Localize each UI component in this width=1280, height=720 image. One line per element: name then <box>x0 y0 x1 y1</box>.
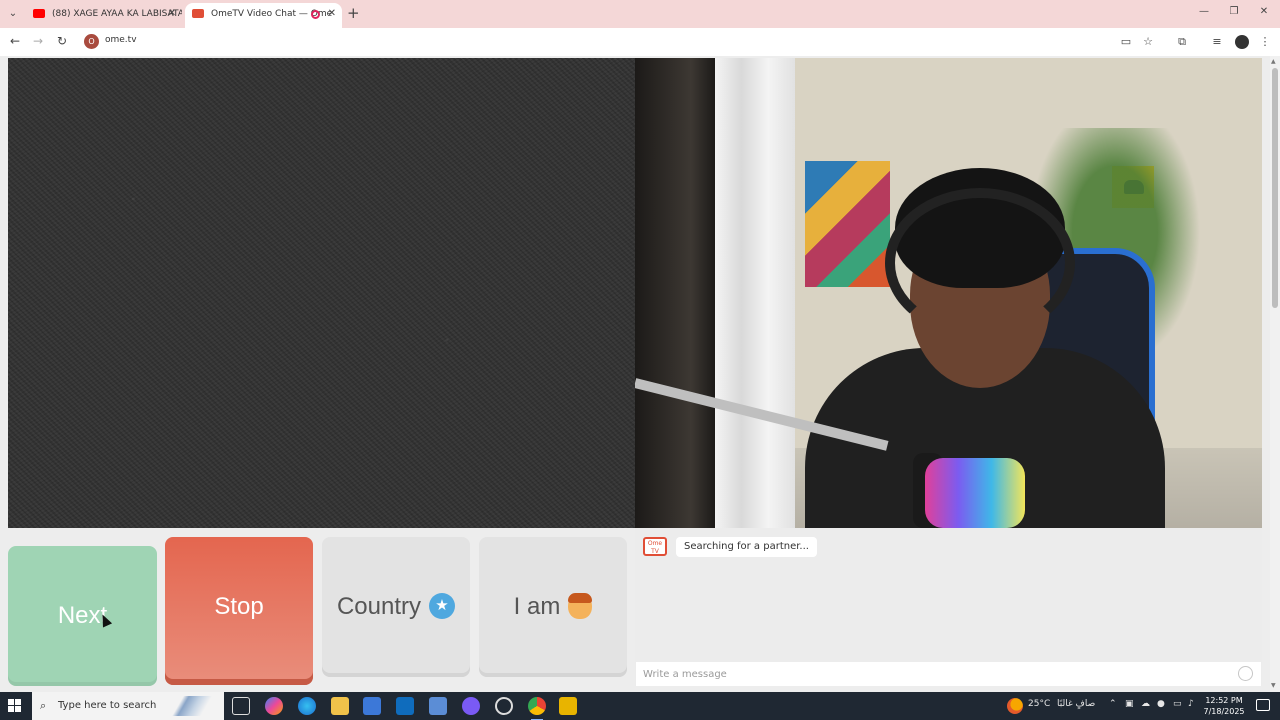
profile-avatar[interactable] <box>1235 35 1249 49</box>
scroll-thumb[interactable] <box>1272 68 1278 308</box>
search-icon: ⌕ <box>40 699 47 712</box>
browser-toolbar: ← → ↻ O ome.tv ▭ ☆ ⧉ ≡ ⋮ <box>0 28 1280 56</box>
boy-emoji-icon <box>568 592 593 619</box>
recording-icon <box>311 10 320 19</box>
scroll-up-icon[interactable]: ▲ <box>1271 58 1276 65</box>
url-text[interactable]: ome.tv <box>105 35 137 45</box>
taskbar-search[interactable]: ⌕ Type here to search <box>32 692 224 720</box>
back-icon[interactable]: ← <box>7 34 23 48</box>
app-r-icon[interactable] <box>559 697 577 715</box>
menu-dots-icon[interactable]: ⋮ <box>1257 34 1273 50</box>
address-bar[interactable]: O ome.tv <box>80 31 1180 53</box>
rgb-microphone <box>925 458 1025 528</box>
message-input[interactable] <box>636 662 1261 686</box>
stop-button[interactable]: Stop <box>165 537 313 685</box>
windows-start-icon[interactable] <box>8 699 22 713</box>
notification-icon[interactable] <box>1256 699 1270 711</box>
media-controls-icon[interactable]: ≡ <box>1209 34 1225 50</box>
weather-desc[interactable]: صافٍ غالبًا <box>1057 699 1095 709</box>
emoji-icon[interactable] <box>1238 666 1253 681</box>
bookmark-star-icon[interactable]: ☆ <box>1140 34 1156 50</box>
chat-app-icon[interactable] <box>462 697 480 715</box>
headset <box>885 188 1075 338</box>
tab-youtube[interactable]: (88) XAGE AYAA KA LABISATA H ✕ <box>26 3 182 28</box>
close-window-icon[interactable]: ✕ <box>1254 6 1274 17</box>
country-label: Country <box>336 593 422 620</box>
search-placeholder: Type here to search <box>58 700 157 711</box>
restore-icon[interactable]: ❐ <box>1224 6 1244 17</box>
app-icon[interactable] <box>429 697 447 715</box>
weather-icon[interactable] <box>1007 698 1023 714</box>
microphone-icon[interactable]: ● <box>1157 699 1165 709</box>
store-icon[interactable] <box>363 697 381 715</box>
task-view-icon[interactable] <box>232 697 250 715</box>
clock-time: 12:52 PM <box>1205 696 1243 705</box>
obs-icon[interactable] <box>495 697 513 715</box>
self-webcam-video <box>635 58 1262 528</box>
close-tab-icon[interactable]: ✕ <box>168 3 176 25</box>
ometv-icon <box>192 9 204 18</box>
wall-painting <box>805 161 890 287</box>
network-icon[interactable]: ▭ <box>1173 699 1182 709</box>
close-tab-icon[interactable]: ✕ <box>328 3 336 25</box>
chrome-icon[interactable] <box>528 697 546 720</box>
weather-temp[interactable]: 25°C <box>1028 699 1050 709</box>
chat-status-message: Searching for a partner... <box>676 537 817 557</box>
star-icon: ★ <box>429 592 456 619</box>
minimize-icon[interactable]: — <box>1194 6 1214 17</box>
extensions-icon[interactable]: ⧉ <box>1174 34 1190 50</box>
partner-video-static <box>8 58 635 528</box>
file-explorer-icon[interactable] <box>331 697 349 715</box>
volume-icon[interactable]: ♪ <box>1188 699 1194 709</box>
site-info-icon[interactable]: O <box>84 34 99 49</box>
cast-icon[interactable]: ▭ <box>1118 34 1134 50</box>
search-highlight-icon <box>172 696 218 716</box>
next-button[interactable]: Next <box>8 546 157 686</box>
forward-icon[interactable]: → <box>30 34 46 48</box>
cloud-icon[interactable]: ☁ <box>1141 699 1150 709</box>
page-scrollbar[interactable]: ▲ ▼ <box>1270 56 1280 692</box>
new-tab-button[interactable]: + <box>347 4 360 22</box>
outlook-icon[interactable] <box>396 697 414 715</box>
show-hidden-icons[interactable]: ⌃ <box>1109 699 1117 709</box>
clock-date: 7/18/2025 <box>1203 707 1245 716</box>
scroll-down-icon[interactable]: ▼ <box>1271 682 1276 689</box>
edge-icon[interactable] <box>298 697 316 715</box>
windows-taskbar: ⌕ Type here to search 25°C صافٍ غالبًا ⌃… <box>0 692 1280 720</box>
tray-app-icon[interactable]: ▣ <box>1125 699 1134 709</box>
country-button[interactable]: Country ★ <box>322 537 470 677</box>
taskbar-clock[interactable]: 12:52 PM 7/18/2025 <box>1196 695 1252 717</box>
stop-label: Stop <box>214 593 264 620</box>
copilot-icon[interactable] <box>265 697 283 715</box>
tab-ometv[interactable]: OmeTV Video Chat — Ome ✕ <box>185 3 342 28</box>
iam-label: I am <box>513 593 561 620</box>
tab-search-icon[interactable]: ⌄ <box>5 6 21 22</box>
tab-strip: ⌄ (88) XAGE AYAA KA LABISATA H ✕ OmeTV V… <box>0 0 1280 28</box>
gender-button[interactable]: I am <box>479 537 627 677</box>
youtube-icon <box>33 9 45 18</box>
reload-icon[interactable]: ↻ <box>54 34 70 48</box>
ometv-logo-icon: Ome TV <box>643 537 667 556</box>
tab-title: (88) XAGE AYAA KA LABISATA H <box>52 9 182 19</box>
